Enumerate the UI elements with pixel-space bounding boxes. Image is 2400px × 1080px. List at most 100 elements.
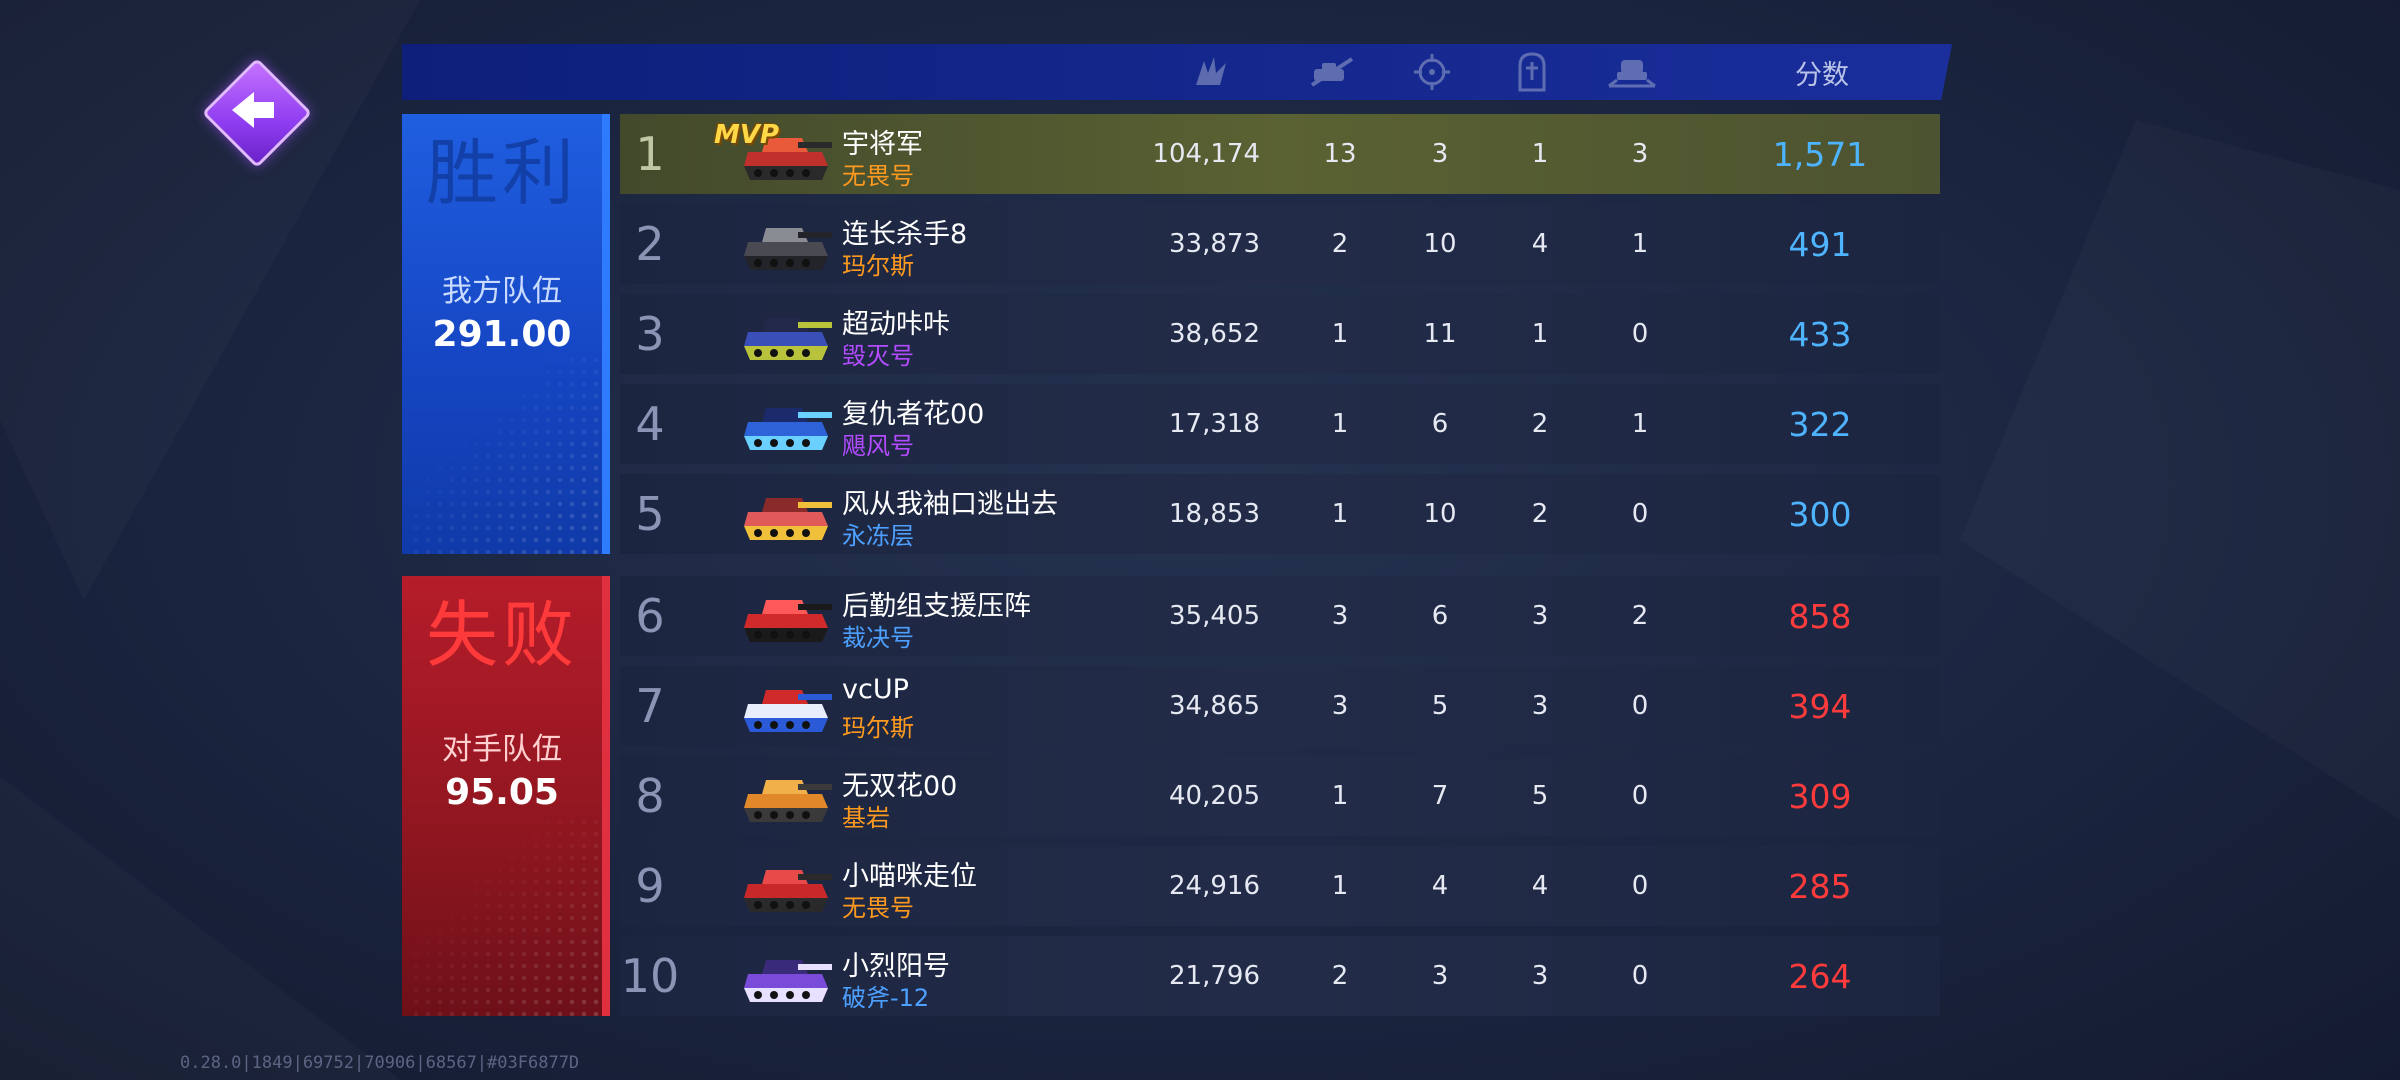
score-value: 309: [1788, 776, 1852, 816]
defeat-label: 失败: [425, 593, 578, 677]
enemy-team-label: 对手队伍: [442, 732, 562, 767]
player-rank: 5: [635, 487, 665, 541]
score-value: 1,571: [1772, 134, 1868, 174]
player-row[interactable]: 2 连长杀手8 玛尔斯 33,873 2 10 4 1 491: [620, 204, 1940, 284]
deaths-value: 4: [1531, 229, 1549, 259]
panel-dot-pattern: [410, 816, 610, 1016]
kills-value: 1: [1331, 409, 1349, 439]
deaths-value: 1: [1531, 319, 1549, 349]
assists-column-header: [1392, 44, 1472, 100]
deaths-column-header: [1492, 44, 1572, 100]
captures-value: 0: [1631, 691, 1649, 721]
player-row[interactable]: 6 后勤组支援压阵 裁决号 35,405 3 6 3 2 858: [620, 576, 1940, 656]
deaths-value: 3: [1531, 691, 1549, 721]
damage-value: 104,174: [1152, 139, 1260, 169]
kills-value: 1: [1331, 781, 1349, 811]
tank-icon: [744, 498, 832, 540]
player-rank: 7: [635, 679, 665, 733]
back-arrow-icon: [232, 92, 274, 128]
player-rank: 10: [620, 949, 680, 1003]
deaths-value: 2: [1531, 499, 1549, 529]
kills-value: 1: [1331, 499, 1349, 529]
deaths-value: 5: [1531, 781, 1549, 811]
winning-team-panel: 胜利 我方队伍 291.00: [402, 114, 610, 554]
score-value: 300: [1788, 494, 1852, 534]
deaths-value: 3: [1531, 961, 1549, 991]
player-rank: 8: [635, 769, 665, 823]
damage-value: 18,853: [1169, 499, 1260, 529]
assists-value: 4: [1431, 871, 1449, 901]
damage-value: 35,405: [1169, 601, 1260, 631]
panel-edge: [602, 114, 610, 554]
damage-column-header: [1172, 44, 1252, 100]
tank-icon: [744, 228, 832, 270]
tank-name: 玛尔斯: [842, 714, 914, 742]
kills-value: 13: [1323, 139, 1357, 169]
deaths-value: 1: [1531, 139, 1549, 169]
assists-value: 5: [1431, 691, 1449, 721]
tank-name: 破斧-12: [842, 984, 930, 1012]
damage-value: 24,916: [1169, 871, 1260, 901]
assists-icon: [1414, 54, 1450, 90]
victory-label: 胜利: [425, 131, 578, 215]
player-rank: 2: [635, 217, 665, 271]
score-value: 433: [1788, 314, 1852, 354]
tank-name: 飓风号: [842, 432, 914, 460]
player-row[interactable]: 1 MVP 宇将军 无畏号 104,174 13 3 1 3 1,571: [620, 114, 1940, 194]
tank-icon: [744, 318, 832, 360]
kills-icon: [1310, 57, 1354, 87]
player-row[interactable]: 9 小喵咪走位 无畏号 24,916 1 4 4 0 285: [620, 846, 1940, 926]
kills-value: 1: [1331, 871, 1349, 901]
captures-value: 0: [1631, 871, 1649, 901]
our-team-label: 我方队伍: [442, 274, 562, 309]
mvp-badge: MVP: [714, 120, 780, 150]
player-row[interactable]: 8 无双花00 基岩 40,205 1 7 5 0 309: [620, 756, 1940, 836]
deaths-value: 3: [1531, 601, 1549, 631]
tank-icon: [744, 408, 832, 450]
score-value: 858: [1788, 596, 1852, 636]
assists-value: 11: [1423, 319, 1457, 349]
player-row[interactable]: 3 超动咔咔 毁灭号 38,652 1 11 1 0 433: [620, 294, 1940, 374]
assists-value: 10: [1423, 499, 1457, 529]
deaths-value: 4: [1531, 871, 1549, 901]
assists-value: 3: [1431, 139, 1449, 169]
panel-edge: [602, 576, 610, 1016]
tank-name: 毁灭号: [842, 342, 914, 370]
damage-value: 33,873: [1169, 229, 1260, 259]
assists-value: 6: [1431, 601, 1449, 631]
tank-name: 无畏号: [842, 894, 914, 922]
tank-name: 玛尔斯: [842, 252, 914, 280]
captures-value: 0: [1631, 499, 1649, 529]
assists-value: 3: [1431, 961, 1449, 991]
player-row[interactable]: 10 小烈阳号 破斧-12 21,796 2 3 3 0 264: [620, 936, 1940, 1016]
score-value: 264: [1788, 956, 1852, 996]
player-rank: 4: [635, 397, 665, 451]
kills-value: 2: [1331, 229, 1349, 259]
assists-value: 6: [1431, 409, 1449, 439]
background-shape: [1960, 120, 2400, 820]
tank-icon: [744, 600, 832, 642]
captures-value: 1: [1631, 409, 1649, 439]
assists-value: 7: [1431, 781, 1449, 811]
player-row[interactable]: 4 复仇者花00 飓风号 17,318 1 6 2 1 322: [620, 384, 1940, 464]
tank-name: 裁决号: [842, 624, 914, 652]
player-row[interactable]: 7 vcUP 玛尔斯 34,865 3 5 3 0 394: [620, 666, 1940, 746]
player-rank: 3: [635, 307, 665, 361]
damage-value: 17,318: [1169, 409, 1260, 439]
player-row[interactable]: 5 风从我袖口逃出去 永冻层 18,853 1 10 2 0 300: [620, 474, 1940, 554]
score-value: 322: [1788, 404, 1852, 444]
background-shape: [0, 776, 400, 1080]
losing-team-panel: 失败 对手队伍 95.05: [402, 576, 610, 1016]
damage-value: 40,205: [1169, 781, 1260, 811]
deaths-icon: [1518, 52, 1546, 92]
back-button[interactable]: [201, 57, 313, 169]
tank-name: 基岩: [842, 804, 890, 832]
damage-icon: [1196, 57, 1226, 85]
kills-value: 3: [1331, 691, 1349, 721]
captures-value: 0: [1631, 781, 1649, 811]
tank-icon: [744, 780, 832, 822]
captures-icon: [1608, 60, 1656, 88]
damage-value: 34,865: [1169, 691, 1260, 721]
captures-value: 1: [1631, 229, 1649, 259]
player-rank: 1: [635, 127, 665, 181]
